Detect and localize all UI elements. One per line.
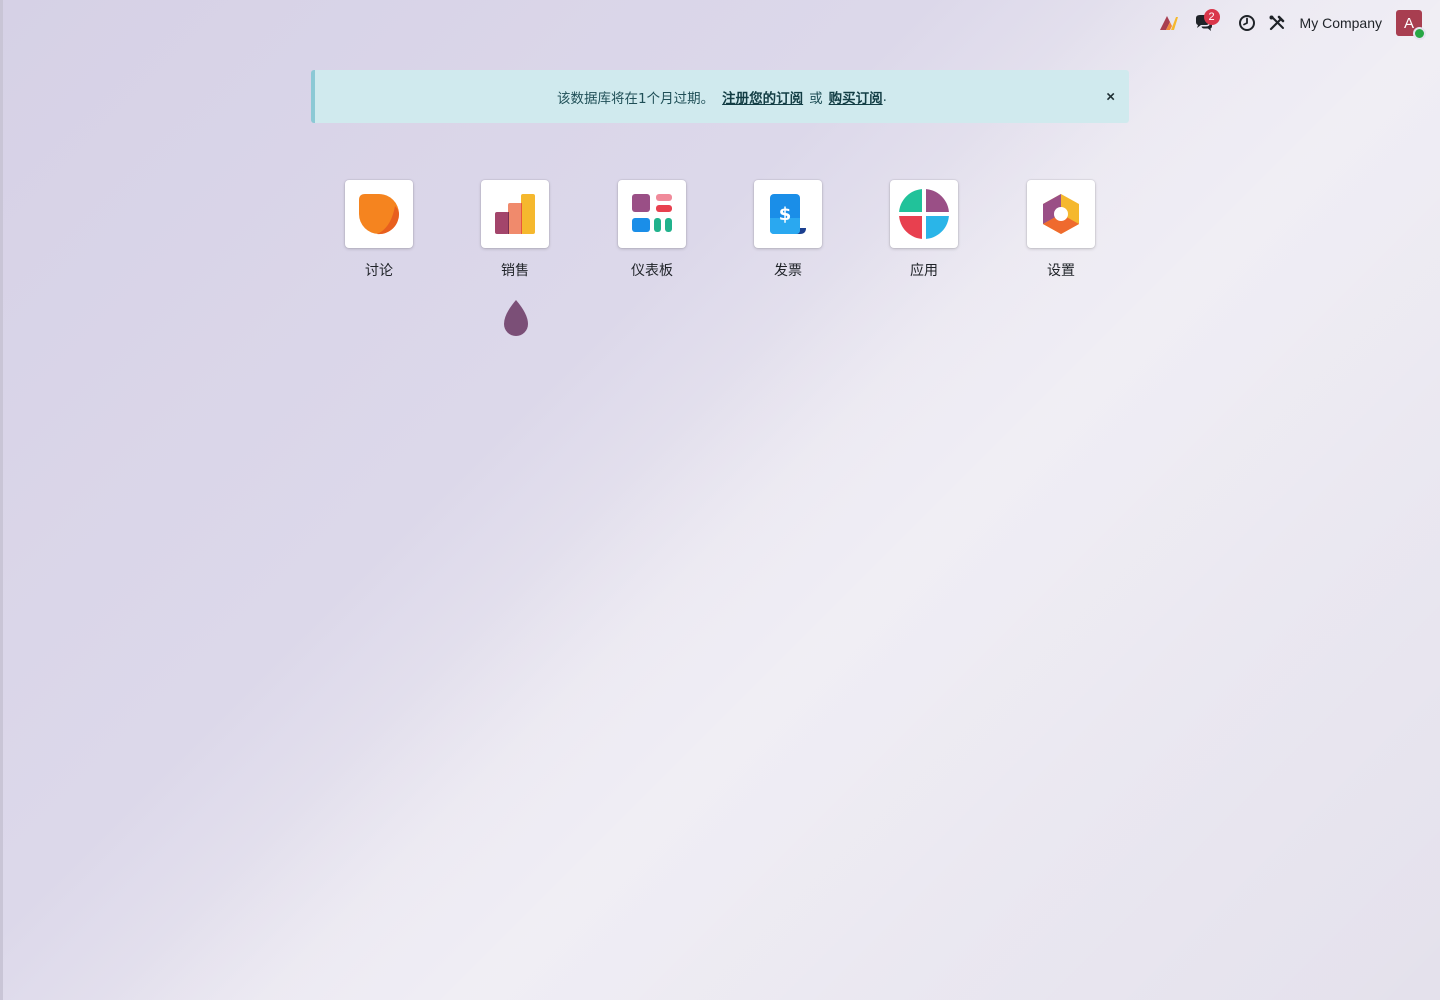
apps-icon (899, 189, 949, 239)
app-apps[interactable]: 应用 (874, 180, 974, 280)
invoice-icon: $ (770, 194, 806, 234)
window-left-edge (0, 0, 3, 1000)
app-label: 发票 (774, 263, 802, 279)
drop-logo-icon (504, 300, 528, 336)
register-subscription-link[interactable]: 注册您的订阅 (722, 87, 803, 107)
app-tile (890, 180, 958, 248)
app-label: 设置 (1047, 263, 1075, 279)
user-avatar[interactable]: A (1396, 10, 1426, 40)
debug-menu[interactable] (1266, 8, 1288, 38)
app-label: 讨论 (365, 263, 393, 279)
settings-icon (1043, 194, 1079, 234)
app-tile: $ (754, 180, 822, 248)
app-label: 仪表板 (631, 263, 673, 279)
app-label: 应用 (910, 263, 938, 279)
alert-or: 或 (809, 90, 823, 107)
app-settings[interactable]: 设置 (1011, 180, 1111, 280)
discuss-icon (359, 194, 400, 235)
clock-icon (1238, 15, 1255, 31)
company-switcher[interactable]: My Company (1300, 8, 1382, 38)
messaging-menu[interactable]: 2 (1192, 8, 1220, 38)
unread-badge: 2 (1203, 9, 1220, 25)
app-label: 销售 (501, 263, 529, 279)
app-tile (345, 180, 413, 248)
alert-close-button[interactable]: × (1106, 89, 1115, 104)
activity-menu[interactable] (1236, 8, 1258, 38)
presence-indicator (1413, 27, 1426, 40)
expiration-alert: 该数据库将在1个月过期。 注册您的订阅 或 购买订阅 . × (311, 70, 1129, 123)
alert-message: 该数据库将在1个月过期。 (557, 90, 715, 107)
app-tile (1027, 180, 1095, 248)
buy-subscription-link[interactable]: 购买订阅 (829, 87, 883, 107)
avatar-letter: A (1403, 14, 1414, 32)
app-discuss[interactable]: 讨论 (329, 180, 429, 280)
app-sales[interactable]: 销售 (465, 180, 565, 280)
app-tile (481, 180, 549, 248)
app-tile (618, 180, 686, 248)
dashboard-icon (632, 194, 672, 232)
sales-icon (495, 194, 535, 234)
alert-period: . (882, 88, 887, 105)
app-dashboard[interactable]: 仪表板 (602, 180, 702, 280)
ai-assistant-icon[interactable] (1158, 8, 1180, 38)
systray: 2 My Company A (1158, 8, 1426, 40)
app-grid: 讨论 销售 仪表板 $ 发票 应用 设置 (310, 180, 1130, 290)
svg-text:$: $ (779, 204, 792, 225)
tools-icon (1269, 15, 1284, 31)
background-sheen (0, 0, 1440, 1000)
app-invoicing[interactable]: $ 发票 (738, 180, 838, 280)
